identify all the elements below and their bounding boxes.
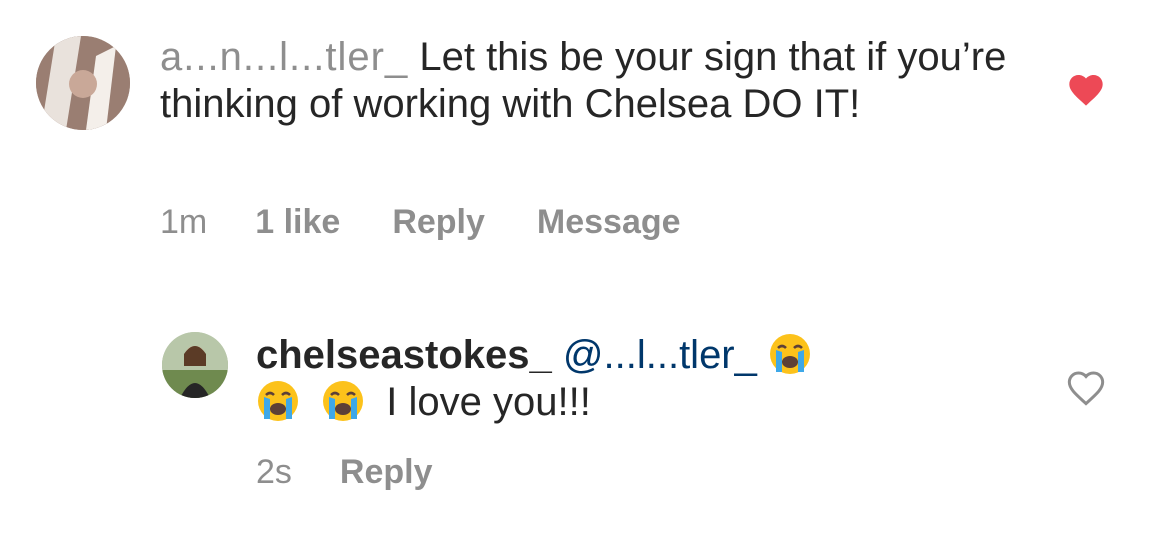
comment: a...n...l...tler_ Let this be your sign … <box>0 0 1170 260</box>
comment-reply-button[interactable]: Reply <box>392 202 485 242</box>
crying-face-icon <box>256 379 300 423</box>
reply-mention[interactable]: @...l...tler_ <box>563 333 757 377</box>
crying-face-icon <box>321 379 365 423</box>
comment-body: a...n...l...tler_ Let this be your sign … <box>160 34 1020 128</box>
reply-body: chelseastokes_ @...l...tler_ I love you!… <box>256 332 1016 426</box>
comments-thread: a...n...l...tler_ Let this be your sign … <box>0 0 1170 536</box>
reply-comment: chelseastokes_ @...l...tler_ I love you!… <box>0 300 1170 536</box>
reply-text: I love you!!! <box>386 380 591 424</box>
reply-meta: 2s Reply <box>256 452 485 492</box>
avatar[interactable] <box>162 332 228 398</box>
heart-filled-icon[interactable] <box>1066 70 1106 110</box>
comment-meta: 1m 1 like Reply Message <box>160 202 733 242</box>
comment-time: 1m <box>160 203 208 241</box>
avatar-image <box>36 36 130 130</box>
crying-face-icon <box>768 332 812 376</box>
reply-reply-button[interactable]: Reply <box>340 452 433 492</box>
reply-time: 2s <box>256 453 292 491</box>
avatar-image <box>162 332 228 398</box>
avatar[interactable] <box>36 36 130 130</box>
heart-outline-icon[interactable] <box>1066 368 1106 408</box>
comment-likes-count[interactable]: 1 like <box>255 202 340 242</box>
comment-message-button[interactable]: Message <box>537 202 681 242</box>
comment-username[interactable]: a...n...l...tler_ <box>160 34 408 81</box>
reply-username[interactable]: chelseastokes_ <box>256 333 552 377</box>
